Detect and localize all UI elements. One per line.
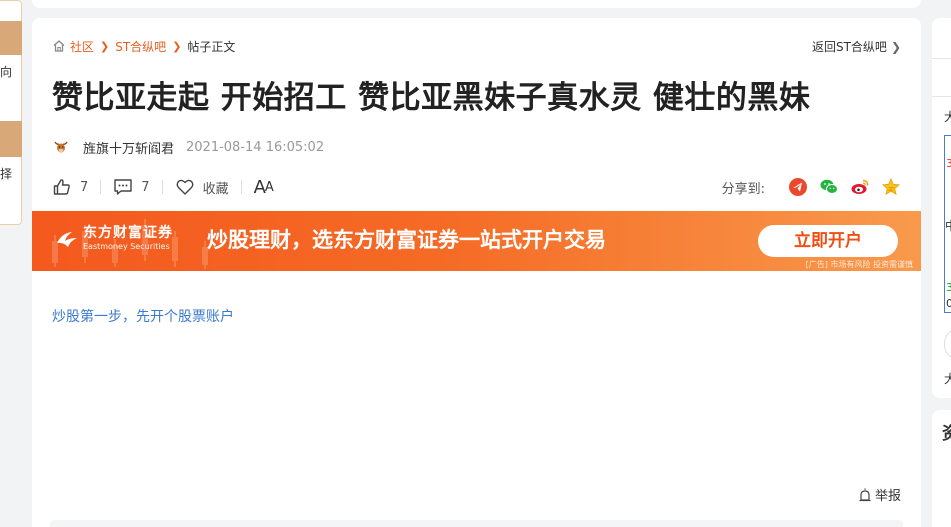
right-text-4: 3 (946, 281, 951, 294)
home-icon[interactable] (52, 39, 66, 53)
eastmoney-mark-icon (57, 231, 77, 247)
previous-card-edge (32, 0, 921, 8)
right-text-6: 大 (944, 372, 951, 386)
divider (161, 180, 163, 194)
eastmoney-logo: 东方财富证券 Eastmoney Securities (56, 225, 173, 252)
left-text-b: 择 (0, 167, 13, 181)
ad-disclaimer: [广告] 市场有风险 投资需谨慎 (805, 260, 913, 269)
open-account-banner[interactable]: 东方财富证券 Eastmoney Securities 炒股理财，选东方财富证券… (32, 211, 921, 271)
reply-box[interactable] (50, 520, 903, 527)
bull-avatar-icon (54, 141, 68, 153)
star-icon[interactable] (881, 177, 901, 197)
font-size-large: A (253, 176, 266, 198)
left-text-a: 向 (0, 65, 13, 79)
share-circle-icon[interactable] (788, 177, 808, 197)
font-size-small: A (264, 179, 274, 195)
banner-slogan: 炒股理财，选东方财富证券一站式开户交易 (207, 228, 606, 252)
left-card: 向 择 (0, 0, 22, 225)
action-bar: 7 7 收藏 AA (52, 176, 274, 198)
favorite-label: 收藏 (202, 181, 229, 197)
author-row: 旌旗十万斩阎君 2021-08-14 16:05:02 (52, 137, 324, 157)
breadcrumb: 社区 ❯ ST合纵吧 ❯ 帖子正文 (52, 37, 235, 55)
right-text-2: 3 (946, 157, 951, 170)
right-text-5: 0 (946, 297, 951, 310)
back-link-label: 返回ST合纵吧 (811, 40, 887, 54)
left-tab-middle[interactable] (0, 121, 22, 157)
comment-icon (114, 179, 132, 195)
avatar[interactable] (52, 138, 70, 156)
author-name[interactable]: 旌旗十万斩阎君 (83, 138, 174, 157)
font-size-toggle[interactable]: AA (253, 176, 274, 198)
breadcrumb-bar-link[interactable]: ST合纵吧 (115, 38, 166, 55)
like-button[interactable]: 7 (52, 177, 88, 197)
post-time: 2021-08-14 16:05:02 (186, 139, 325, 155)
right-text-3: 中 (945, 219, 951, 233)
favorite-button[interactable]: 收藏 (175, 177, 229, 197)
comment-count: 7 (141, 179, 150, 195)
report-button[interactable]: 举报 (858, 485, 901, 504)
divider (932, 58, 951, 59)
chevron-right-icon: ❯ (890, 39, 901, 54)
share-label: 分享到: (721, 181, 765, 197)
back-to-bar-link[interactable]: 返回ST合纵吧 ❯ (812, 38, 901, 55)
post-card: 社区 ❯ ST合纵吧 ❯ 帖子正文 返回ST合纵吧 ❯ 赞比亚走起 开始招工 赞… (32, 18, 921, 527)
right-text-7: 资 (942, 424, 951, 444)
chevron-right-icon: ❯ (100, 39, 110, 53)
open-account-button[interactable]: 立即开户 (758, 225, 898, 257)
breadcrumb-current: 帖子正文 (187, 39, 236, 54)
like-count: 7 (80, 179, 89, 195)
chevron-right-icon: ❯ (172, 39, 182, 53)
post-title: 赞比亚走起 开始招工 赞比亚黑妹子真水灵 健壮的黑妹 (52, 80, 811, 116)
alarm-bell-icon (859, 488, 871, 501)
share-bar: 分享到: (722, 176, 901, 198)
comment-button[interactable]: 7 (113, 177, 150, 197)
divider (100, 180, 102, 194)
logo-text-en: Eastmoney Securities (83, 242, 170, 251)
left-sidebar: 向 择 (0, 0, 22, 527)
open-account-text-link[interactable]: 炒股第一步，先开个股票账户 (52, 306, 234, 326)
weibo-icon[interactable] (850, 177, 870, 197)
right-text-1: 大 (944, 110, 951, 124)
logo-text-cn: 东方财富证券 (83, 225, 173, 241)
wechat-icon[interactable] (819, 177, 839, 197)
thumbs-up-icon (53, 179, 70, 195)
heart-icon (176, 179, 194, 195)
report-label: 举报 (874, 489, 901, 504)
divider (240, 180, 242, 194)
left-tab-top[interactable] (0, 21, 22, 55)
divider (932, 96, 951, 97)
breadcrumb-home-link[interactable]: 社区 (70, 38, 94, 55)
